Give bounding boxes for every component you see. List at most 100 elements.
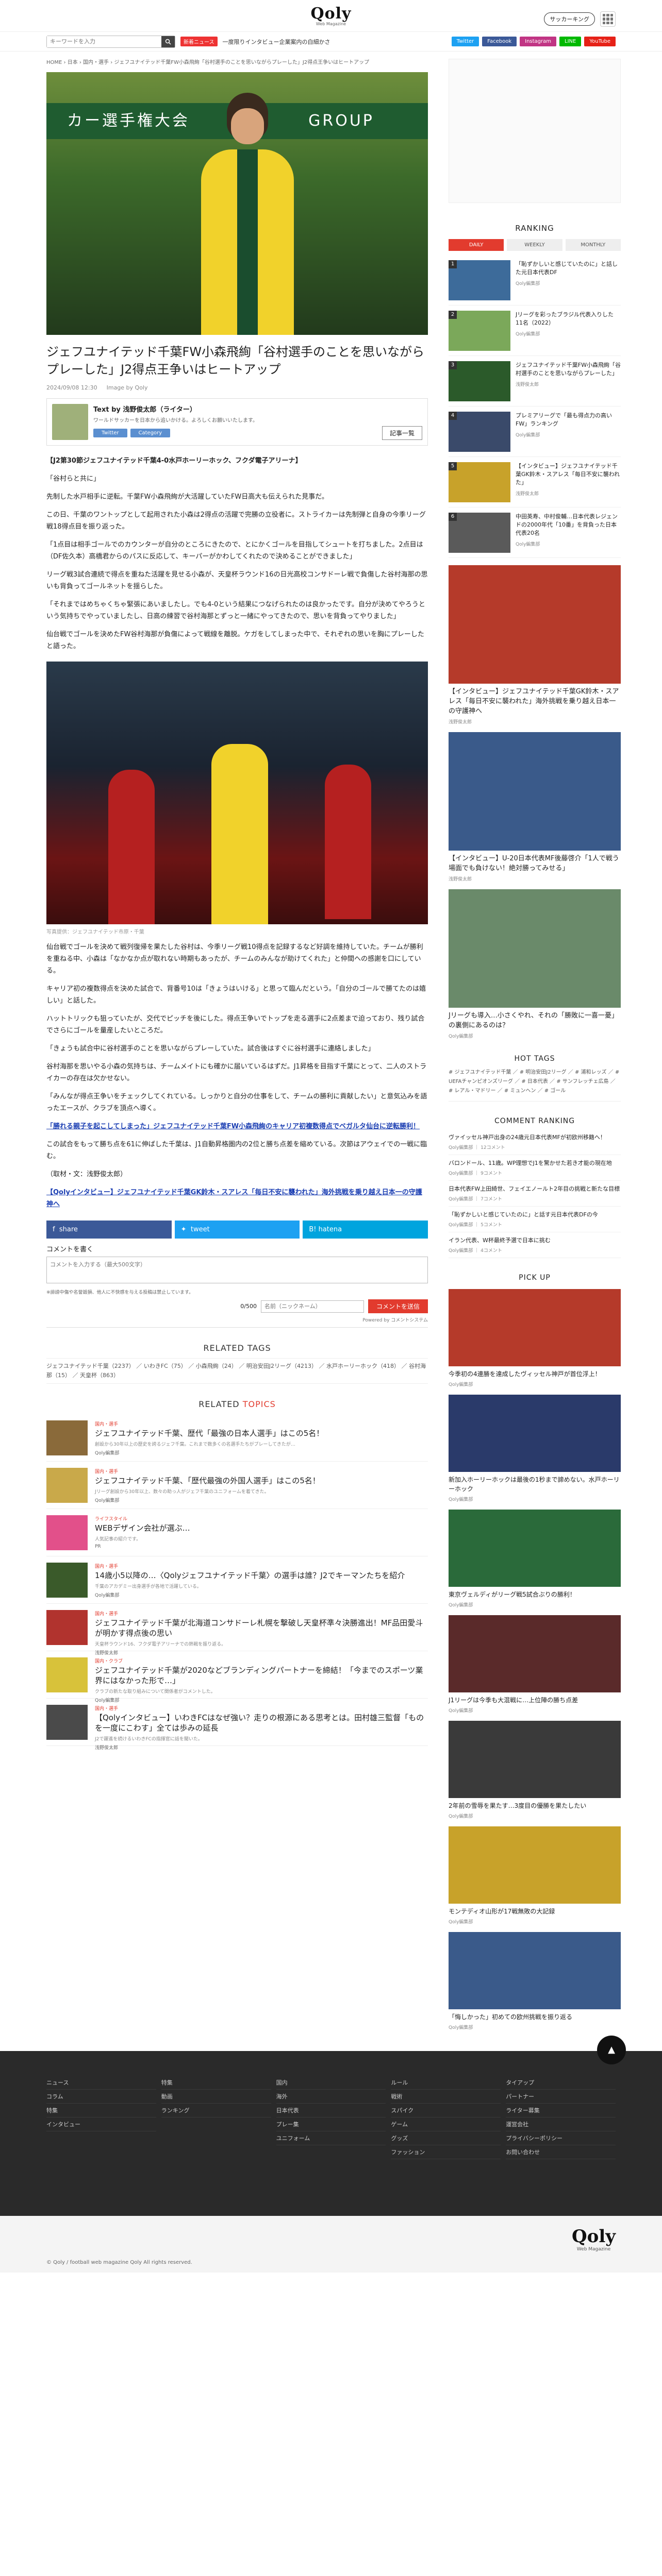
related-thumbnail[interactable] [46,1420,88,1455]
ranking-item[interactable]: 6 中田英寿、中村俊輔…日本代表レジェンドの2000年代「10番」を背負った日本… [449,507,621,558]
related-article-link[interactable]: 「勝れる親子を起こしてしまった」ジェフユナイテッド千葉FW小森飛絢のキャリア初複… [46,1123,420,1130]
pick-item[interactable]: 新加入ホーリーホックは最後の1秒まで諦めない。水戸ホーリーホック Qoly編集部 [449,1395,621,1502]
tab-daily[interactable]: DAILY [449,239,504,251]
hot-tags-list[interactable]: # ジェフユナイテッド千葉 ／ # 明治安田J2リーグ ／ # 浦和レッズ ／ … [449,1068,621,1101]
menu-grid-icon[interactable] [600,11,616,27]
ranking-item[interactable]: 3 ジェフユナイテッド千葉FW小森飛絢「谷村選手のことを思いながらプレーした」浅… [449,356,621,406]
breadcrumb[interactable]: HOME › 日本 › 国内・選手 › ジェフユナイテッド千葉FW小森飛絢「谷村… [46,59,428,67]
list-item[interactable]: ライフスタイル WEBデザイン会社が選ぶ… 人気記事の紹介です。 PR [46,1509,428,1556]
pick-item[interactable]: 今季初の4連勝を達成したヴィッセル神戸が首位浮上！ Qoly編集部 [449,1289,621,1387]
soccer-king-button[interactable]: サッカーキング [544,12,595,26]
list-item[interactable]: 国内・選手 【Qolyインタビュー】いわきFCはなぜ強い？走りの根源にある思考とは… [46,1699,428,1751]
footer-link[interactable]: 日本代表 [276,2104,386,2117]
footer-link[interactable]: パートナー [506,2090,616,2104]
footer-link[interactable]: お問い合わせ [506,2145,616,2159]
related-thumbnail[interactable] [46,1705,88,1740]
new-badge[interactable]: 新着ニュース [180,37,218,46]
author-twitter-tag[interactable]: Twitter [93,429,127,437]
twitter-link[interactable]: Twitter [451,37,479,46]
footer-link[interactable]: 特集 [46,2104,156,2117]
side-feature[interactable]: 【インタビュー】U-20日本代表MF後藤啓介「1人で戦う場面でも負けない！絶対勝… [449,732,621,882]
pick-item[interactable]: 東京ヴェルディがリーグ戦5試合ぶりの勝利！ Qoly編集部 [449,1510,621,1608]
pick-item[interactable]: モンテディオ山形が17戦無敗の大記録 Qoly編集部 [449,1826,621,1925]
footer-link[interactable]: 戦術 [391,2090,501,2104]
tab-monthly[interactable]: MONTHLY [565,239,621,251]
ranking-item[interactable]: 4 プレミアリーグで「最も得点力の高いFW」ランキング Qoly編集部 [449,406,621,457]
footer-link[interactable]: プレー集 [276,2117,386,2131]
twitter-share-button[interactable]: ✦ tweet [174,1221,300,1239]
footer-link[interactable]: スパイク [391,2104,501,2117]
footer-link[interactable]: ニュース [46,2076,156,2090]
footer-link[interactable]: インタビュー [46,2117,156,2131]
side-feature-image[interactable] [449,565,621,684]
footer-link[interactable]: ユニフォーム [276,2131,386,2145]
list-item[interactable]: バロンドール、11歳。WP理想でJ1を驚かせた若き才能の現在地 Qoly編集部 ｜… [449,1155,621,1181]
footer-column: 国内 海外 日本代表 プレー集 ユニフォーム [276,2076,386,2159]
related-tags-list[interactable]: ジェフユナイテッド千葉（2237） ／ いわきFC（75） ／ 小森飛絢（24）… [46,1358,428,1384]
ranking-item[interactable]: 5 【インタビュー】ジェフユナイテッド千葉GK鈴木・スアレス「毎日不安に襲われた… [449,457,621,507]
related-thumbnail[interactable] [46,1515,88,1550]
sub-header: 新着ニュース 一度限りインタビュー企業案内の白細かさ Twitter Faceb… [0,32,662,52]
sidebar: RANKING DAILY WEEKLY MONTHLY 1 「恥ずかしいと感じ… [449,59,621,2030]
pick-item[interactable]: 2年前の雪辱を果たす…3度目の優勝を果たしたい Qoly編集部 [449,1721,621,1819]
footer-link[interactable]: 海外 [276,2090,386,2104]
side-feature-image[interactable] [449,732,621,851]
article-list-button[interactable]: 記事一覧 [382,426,422,440]
footer-logo[interactable]: Qoly Web Magazine [572,2226,616,2252]
side-feature[interactable]: 【インタビュー】ジェフユナイテッド千葉GK鈴木・スアレス「毎日不安に襲われた」海… [449,565,621,725]
author-category-tag[interactable]: Category [130,429,171,437]
list-item[interactable]: 国内・クラブ ジェフユナイテッド千葉が2020などブランディングパートナーを締結！… [46,1651,428,1703]
footer-link[interactable]: タイアップ [506,2076,616,2090]
footer-link[interactable]: ゲーム [391,2117,501,2131]
comment-textarea[interactable] [46,1257,428,1283]
tab-weekly[interactable]: WEEKLY [507,239,562,251]
list-item[interactable]: 「恥ずかしいと感じていたのに」と話す元日本代表DFの今 Qoly編集部 ｜ 5コメ… [449,1207,621,1232]
pick-item[interactable]: 「悔しかった」初めての欧州挑戦を振り返る Qoly編集部 [449,1932,621,2030]
list-item[interactable]: 国内・選手 ジェフユナイテッド千葉、「歴代最強の外国人選手」はこの5名！ Jリーグ創… [46,1462,428,1509]
ranking-item[interactable]: 1 「恥ずかしいと感じていたのに」と話した元日本代表DF Qoly編集部 [449,255,621,306]
related-thumbnail[interactable] [46,1657,88,1692]
search-input[interactable] [47,36,161,47]
list-item[interactable]: 国内・選手 ジェフユナイテッド千葉、歴代「最強の日本人選手」はこの5名！ 創設から3… [46,1414,428,1462]
related-thumbnail[interactable] [46,1468,88,1503]
ad-slot[interactable] [449,59,621,203]
author-avatar[interactable] [52,404,88,440]
list-item[interactable]: イラン代表、W杯最終予選で日本に挑む Qoly編集部 ｜ 4コメント [449,1232,621,1258]
pick-item[interactable]: J1リーグは今季も大混戦に…上位陣の勝ち点差 Qoly編集部 [449,1615,621,1714]
back-to-top-button[interactable]: ▲ [597,2036,626,2064]
ranking-item[interactable]: 2 Jリーグを彩ったブラジル代表入りした11名（2022） Qoly編集部 [449,306,621,356]
footer-link[interactable]: ファッション [391,2145,501,2159]
footer-link[interactable]: ライター募集 [506,2104,616,2117]
footer-link[interactable]: グッズ [391,2131,501,2145]
footer-link[interactable]: 運営会社 [506,2117,616,2131]
footer-link[interactable]: 特集 [161,2076,271,2090]
news-ticker[interactable]: 一度限りインタビュー企業案内の白細かさ [223,38,330,46]
footer-link[interactable]: プライバシーポリシー [506,2131,616,2145]
ranking-title: RANKING [515,224,554,233]
nickname-input[interactable] [260,1300,364,1313]
footer-link[interactable]: 国内 [276,2076,386,2090]
facebook-link[interactable]: Facebook [482,37,517,46]
line-link[interactable]: LINE [559,37,582,46]
footer-link[interactable]: ルール [391,2076,501,2090]
side-feature-image[interactable] [449,889,621,1008]
site-logo[interactable]: Qoly Web Magazine [305,6,357,27]
list-item[interactable]: ヴァイッセル神戸出身の24歳元日本代表MFが初欧州移籍へ！ Qoly編集部 ｜ 1… [449,1129,621,1155]
instagram-link[interactable]: Instagram [520,37,556,46]
related-thumbnail[interactable] [46,1610,88,1645]
list-item[interactable]: 日本代表FW上田綺世、フェイエノールト2年目の挑戦と新たな目標 Qoly編集部 ｜… [449,1181,621,1207]
footer-link[interactable]: 動画 [161,2090,271,2104]
list-item[interactable]: 国内・選手 ジェフユナイテッド千葉が北海道コンサドーレ札幌を撃破し天皇杯準々決勝進… [46,1604,428,1656]
footer-link[interactable]: コラム [46,2090,156,2104]
author-name[interactable]: Text by 浅野俊太郎（ライター） [93,404,258,414]
hatena-share-button[interactable]: B! hatena [303,1221,428,1239]
related-thumbnail[interactable] [46,1563,88,1598]
comment-send-button[interactable]: コメントを送信 [368,1299,428,1313]
list-item[interactable]: 国内・選手 14歳小5以降の…〈Qolyジェフユナイテッド千葉〉の選手は誰？J2で… [46,1556,428,1604]
footer-link[interactable]: ランキング [161,2104,271,2117]
interview-link[interactable]: 【Qolyインタビュー】ジェフユナイテッド千葉GK鈴木・スアレス「毎日不安に襲わ… [46,1189,422,1208]
youtube-link[interactable]: YouTube [584,37,616,46]
search-button[interactable] [161,36,175,47]
facebook-share-button[interactable]: f share [46,1221,172,1239]
side-feature[interactable]: Jリーグも導入…小さくやれ、それの「勝敗に一喜一憂」の裏側にあるのは？ Qoly… [449,889,621,1039]
